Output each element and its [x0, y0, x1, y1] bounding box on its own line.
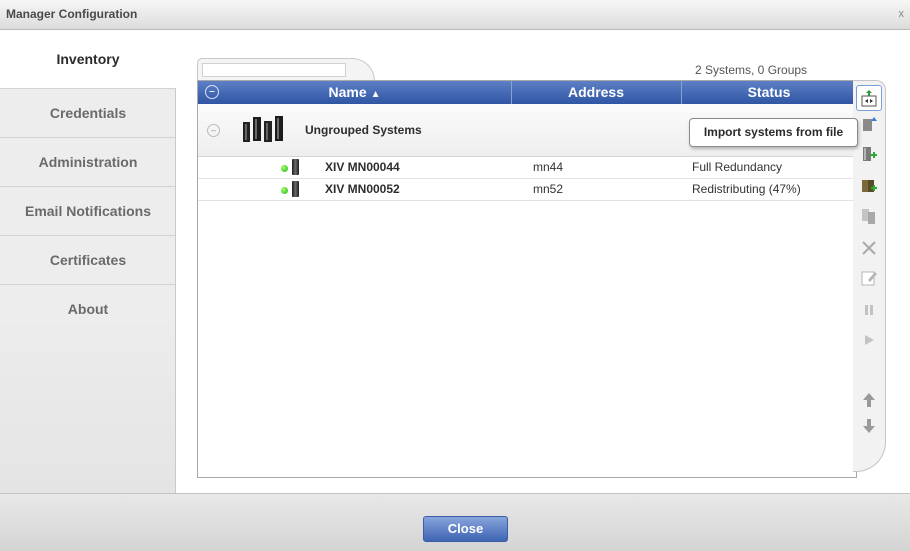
import-systems-tooltip: Import systems from file [689, 118, 858, 147]
search-input[interactable] [202, 63, 346, 77]
window-close-button[interactable]: x [899, 8, 905, 20]
export-button[interactable] [860, 115, 878, 133]
column-header-address[interactable]: Address [511, 81, 682, 104]
edit-icon [861, 271, 877, 286]
play-button[interactable] [860, 331, 878, 349]
tabs-divider [175, 88, 176, 493]
move-down-button[interactable] [860, 417, 878, 435]
move-down-icon [863, 419, 875, 433]
online-status-icon [281, 165, 288, 172]
systems-group-icon [243, 116, 283, 142]
add-system-icon [863, 147, 877, 161]
move-up-icon [863, 393, 875, 407]
system-address: mn52 [533, 182, 564, 196]
side-tabs: Inventory Credentials Administration Ema… [0, 30, 176, 493]
tab-certificates[interactable]: Certificates [0, 236, 176, 285]
table-row[interactable]: XIV MN00052 mn52 Redistributing (47%) [198, 179, 856, 201]
window-title: Manager Configuration [6, 7, 138, 21]
move-up-button[interactable] [860, 391, 878, 409]
table-header: Name ▲ – Address Status [198, 81, 856, 104]
column-header-status[interactable]: Status [682, 81, 856, 104]
system-icon [292, 159, 299, 175]
title-bar: Manager Configuration x [0, 0, 910, 30]
system-address: mn44 [533, 160, 564, 174]
add-group-icon [862, 180, 877, 192]
column-header-name[interactable]: Name ▲ [198, 81, 512, 104]
tab-credentials[interactable]: Credentials [0, 89, 176, 138]
edit-button[interactable] [860, 269, 878, 287]
collapse-group-icon[interactable]: – [207, 124, 220, 137]
play-icon [865, 335, 874, 345]
export-icon [863, 117, 877, 131]
add-group-button[interactable] [860, 177, 878, 195]
system-name: XIV MN00052 [325, 182, 400, 196]
collapse-all-icon[interactable]: – [205, 85, 219, 99]
column-name-label: Name [328, 84, 367, 100]
tab-email-notifications[interactable]: Email Notifications [0, 187, 176, 236]
tab-administration[interactable]: Administration [0, 138, 176, 187]
system-name: XIV MN00044 [325, 160, 400, 174]
dialog-footer: Close [0, 493, 910, 551]
copy-button[interactable] [860, 207, 878, 225]
delete-button[interactable] [860, 239, 878, 257]
table-row[interactable]: XIV MN00044 mn44 Full Redundancy [198, 157, 856, 179]
add-system-button[interactable] [860, 145, 878, 163]
tab-inventory[interactable]: Inventory [0, 30, 176, 89]
system-status: Redistributing (47%) [692, 182, 801, 196]
pause-icon [865, 305, 873, 315]
inventory-summary: 2 Systems, 0 Groups [695, 63, 808, 77]
system-icon [292, 181, 299, 197]
copy-icon [862, 209, 875, 224]
import-systems-button[interactable] [856, 85, 882, 111]
inventory-panel: 2 Systems, 0 Groups Name ▲ – Address Stat… [177, 30, 910, 493]
online-status-icon [281, 187, 288, 194]
group-name: Ungrouped Systems [305, 123, 422, 137]
delete-icon [862, 241, 876, 255]
sort-ascending-icon: ▲ [370, 89, 381, 100]
import-systems-icon [861, 90, 877, 107]
tabs-filler [0, 324, 176, 493]
pause-button[interactable] [860, 301, 878, 319]
system-status: Full Redundancy [692, 160, 783, 174]
close-button[interactable]: Close [423, 516, 508, 542]
